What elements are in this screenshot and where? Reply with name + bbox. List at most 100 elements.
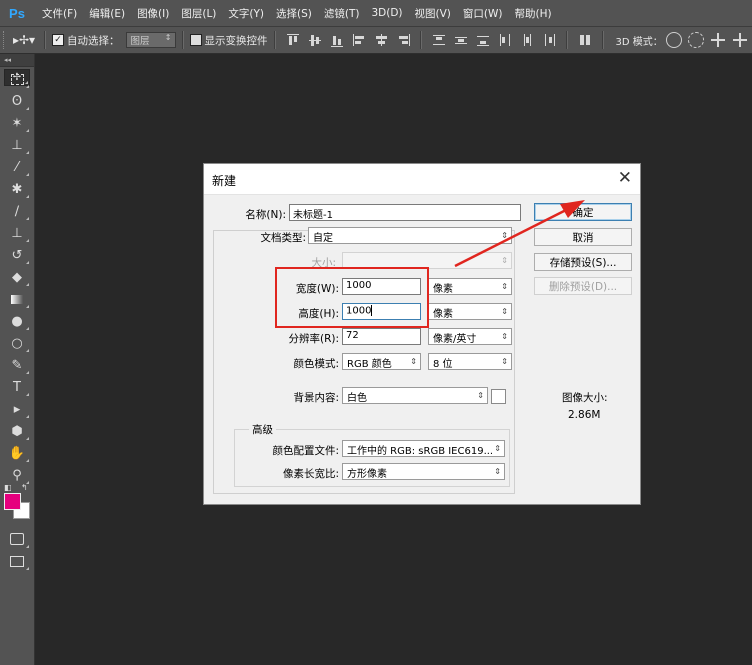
eyedropper-tool-icon[interactable]: ⁄ [4, 157, 30, 177]
hand-tool-icon[interactable]: ✋ [4, 443, 30, 463]
3d-roll-icon[interactable] [687, 32, 704, 48]
shape-tool-icon[interactable]: ⬢ [4, 421, 30, 441]
3d-rotate-icon[interactable] [665, 32, 682, 48]
lasso-tool-icon[interactable]: ʘ [4, 91, 30, 111]
select-arrow-icon: ⇕ [494, 467, 501, 476]
blur-tool-icon[interactable]: ● [4, 311, 30, 331]
resolution-unit-select[interactable]: 像素/英寸 ⇕ [428, 328, 512, 345]
marquee-tool-icon[interactable] [4, 69, 30, 89]
resolution-unit-value: 像素/英寸 [433, 334, 477, 345]
zoom-tool-icon[interactable]: ⚲ [4, 465, 30, 485]
photoshop-logo: Ps [9, 5, 25, 21]
show-transform-checkbox[interactable]: ✓ [189, 34, 202, 46]
distribute-left-icon[interactable] [497, 32, 513, 48]
select-arrow-icon: ⇕ [477, 391, 484, 400]
document-type-value: 自定 [313, 233, 333, 244]
healing-brush-tool-icon[interactable]: ✱ [4, 179, 30, 199]
distribute-bottom-icon[interactable] [475, 32, 491, 48]
pen-tool-icon[interactable]: ✎ [4, 355, 30, 375]
align-left-icon[interactable] [351, 32, 367, 48]
menu-3d[interactable]: 3D(D) [365, 0, 408, 26]
tools-panel-header[interactable]: ◂◂ [0, 54, 34, 67]
path-selection-tool-icon[interactable]: ▸ [4, 399, 30, 419]
color-mode-select[interactable]: RGB 颜色 ⇕ [342, 353, 421, 370]
width-input[interactable]: 1000 [342, 278, 421, 295]
screen-mode-icon[interactable] [4, 551, 30, 571]
magic-wand-tool-icon[interactable]: ✶ [4, 113, 30, 133]
select-arrow-icon: ⇕ [501, 307, 508, 316]
menu-edit[interactable]: 编辑(E) [83, 0, 131, 26]
auto-align-icon[interactable] [577, 32, 593, 48]
menu-file[interactable]: 文件(F) [36, 0, 83, 26]
image-size-value: 2.86M [568, 409, 601, 421]
height-label: 高度(H): [298, 308, 339, 320]
align-top-icon[interactable] [285, 32, 301, 48]
auto-select-dropdown[interactable]: 图层 [125, 32, 176, 48]
move-tool-preset-icon[interactable]: ▸✢▾ [10, 33, 38, 47]
separator [419, 31, 422, 49]
select-arrow-icon: ⇕ [410, 357, 417, 366]
3d-pan-icon[interactable] [710, 32, 726, 48]
save-preset-button[interactable]: 存储预设(S)... [534, 253, 632, 271]
name-input[interactable]: 未标题-1 [289, 204, 521, 221]
dialog-title-bar[interactable]: 新建 ✕ [204, 164, 640, 195]
height-unit-select[interactable]: 像素 ⇕ [428, 303, 512, 320]
background-contents-select[interactable]: 白色 ⇕ [342, 387, 488, 404]
align-vcenter-icon[interactable] [307, 32, 323, 48]
menu-view[interactable]: 视图(V) [409, 0, 457, 26]
brush-tool-icon[interactable]: ∕ [4, 201, 30, 221]
eraser-tool-icon[interactable]: ◆ [4, 267, 30, 287]
align-bottom-icon[interactable] [329, 32, 345, 48]
distribute-right-icon[interactable] [541, 32, 557, 48]
distribute-top-icon[interactable] [431, 32, 447, 48]
menu-window[interactable]: 窗口(W) [457, 0, 509, 26]
swap-colors-icon[interactable]: ↰ [21, 483, 28, 492]
color-profile-select[interactable]: 工作中的 RGB: sRGB IEC619... ⇕ [342, 440, 505, 457]
crop-tool-icon[interactable]: ⊥ [4, 135, 30, 155]
bit-depth-select[interactable]: 8 位 ⇕ [428, 353, 512, 370]
resolution-input[interactable]: 72 [342, 328, 421, 345]
ok-button[interactable]: 确定 [534, 203, 632, 221]
select-arrow-icon: ⇕ [501, 332, 508, 341]
background-color-preview[interactable] [491, 389, 506, 404]
cancel-button[interactable]: 取消 [534, 228, 632, 246]
dialog-title: 新建 [212, 174, 237, 188]
menu-layer[interactable]: 图层(L) [175, 0, 222, 26]
foreground-color-swatch[interactable] [4, 493, 21, 510]
history-brush-tool-icon[interactable]: ↺ [4, 245, 30, 265]
distribute-vcenter-icon[interactable] [453, 32, 469, 48]
3d-slide-icon[interactable] [732, 32, 748, 48]
align-hcenter-icon[interactable] [373, 32, 389, 48]
size-select: ⇕ [342, 252, 512, 269]
separator [565, 31, 568, 49]
pixel-aspect-select[interactable]: 方形像素 ⇕ [342, 463, 505, 480]
menu-type[interactable]: 文字(Y) [222, 0, 270, 26]
document-type-label: 文档类型: [260, 232, 306, 244]
dodge-tool-icon[interactable]: ○ [4, 333, 30, 353]
width-unit-select[interactable]: 像素 ⇕ [428, 278, 512, 295]
gradient-tool-icon[interactable] [4, 289, 30, 309]
default-colors-icon[interactable]: ◧ [4, 483, 12, 492]
tools-panel: ◂◂ ✢ ʘ ✶ ⊥ ⁄ ✱ ∕ ⊥ ↺ ◆ ● ○ ✎ T ▸ ⬢ ✋ ⚲ ◧… [0, 54, 35, 665]
menu-select[interactable]: 选择(S) [270, 0, 318, 26]
align-right-icon[interactable] [395, 32, 411, 48]
select-arrow-icon: ⇕ [501, 231, 508, 240]
size-label: 大小: [311, 257, 336, 269]
height-input[interactable]: 1000 [342, 303, 421, 320]
menu-filter[interactable]: 滤镜(T) [318, 0, 366, 26]
color-swatches: ◧ ↰ [4, 483, 34, 523]
menu-image[interactable]: 图像(I) [131, 0, 175, 26]
auto-select-checkbox[interactable]: ✓ [52, 34, 64, 46]
clone-stamp-tool-icon[interactable]: ⊥ [4, 223, 30, 243]
color-profile-label: 颜色配置文件: [272, 445, 339, 457]
color-mode-label: 颜色模式: [293, 358, 339, 370]
type-tool-icon[interactable]: T [4, 377, 30, 397]
width-label: 宽度(W): [295, 283, 339, 295]
distribute-hcenter-icon[interactable] [519, 32, 535, 48]
document-type-select[interactable]: 自定 ⇕ [308, 227, 512, 244]
close-icon[interactable]: ✕ [618, 168, 632, 188]
menu-help[interactable]: 帮助(H) [509, 0, 558, 26]
quick-mask-icon[interactable] [4, 529, 30, 549]
show-transform-label: 显示变换控件 [204, 34, 268, 47]
options-bar: ▸✢▾ ✓ 自动选择： 图层 ✓ 显示变换控件 3D 模式： [0, 27, 752, 54]
